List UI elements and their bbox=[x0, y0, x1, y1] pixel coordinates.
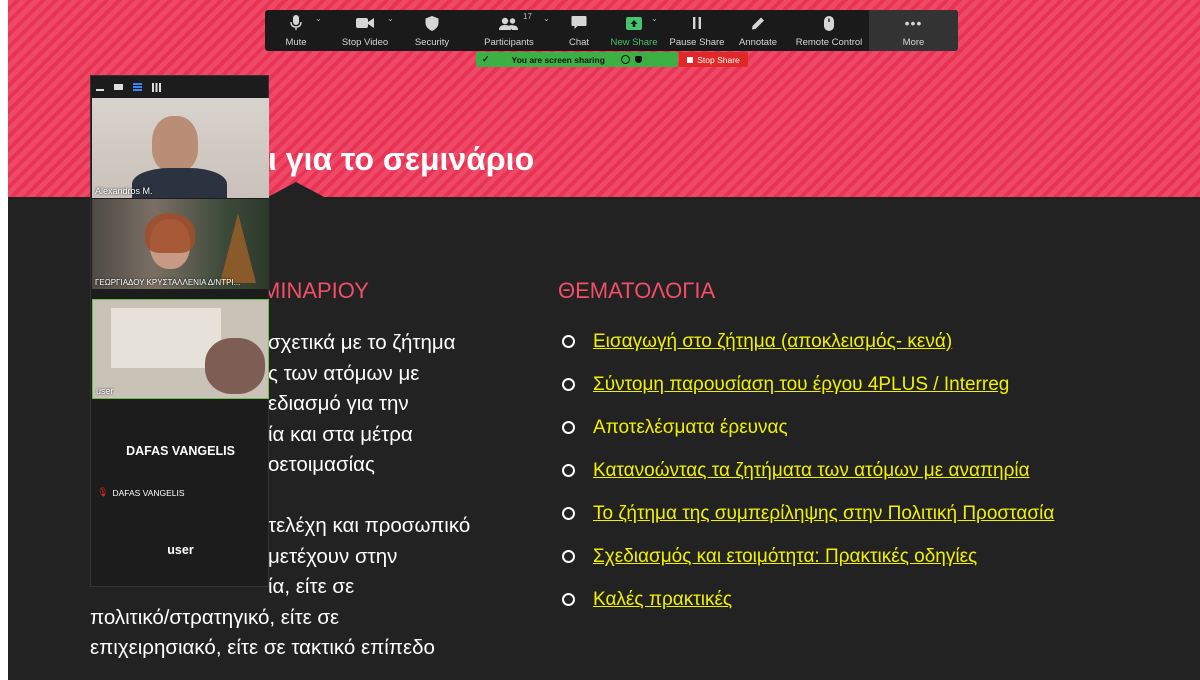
participant-1-video bbox=[152, 116, 198, 172]
stop-square-icon bbox=[687, 56, 694, 63]
strip-view-icon[interactable] bbox=[133, 83, 142, 91]
circle-bullet-icon bbox=[562, 507, 575, 520]
chat-button[interactable]: Chat bbox=[557, 10, 601, 51]
chat-bubble-icon bbox=[571, 15, 587, 31]
video-tile-2[interactable]: ΓΕΩΡΓΙΑΔΟΥ ΚΡΥΣΤΑΛΛΕΝΙΑ Δ/ΝΤΡΙ... bbox=[92, 199, 269, 289]
chevron-down-icon[interactable]: ⌄ bbox=[543, 14, 550, 23]
topic-link[interactable]: Κατανοώντας τα ζητήματα των ατόμων με αν… bbox=[593, 460, 1030, 482]
video-tile-1[interactable]: Alexandros M. bbox=[92, 98, 269, 198]
remote-control-button[interactable]: Remote Control bbox=[789, 10, 869, 51]
annotate-button[interactable]: Annotate bbox=[727, 10, 789, 51]
topic-item[interactable]: Το ζήτημα της συμπερίληψης στην Πολιτική… bbox=[562, 492, 1054, 535]
shield-check-icon bbox=[634, 56, 642, 63]
more-button[interactable]: ••• More bbox=[869, 10, 958, 51]
pencil-icon bbox=[752, 15, 765, 31]
participants-button[interactable]: 17 ⌄ Participants bbox=[461, 10, 557, 51]
slide-title: ι για το σεμινάριο bbox=[268, 141, 535, 177]
video-tile-3[interactable]: user bbox=[92, 299, 269, 399]
topic-item[interactable]: Καλές πρακτικές bbox=[562, 578, 1054, 621]
circle-bullet-icon bbox=[562, 464, 575, 477]
participant-card-name: DAFAS VANGELIS bbox=[126, 444, 235, 458]
header-notch bbox=[266, 182, 326, 198]
topic-item: Αποτελέσματα έρευνας bbox=[562, 406, 1054, 449]
participants-icon bbox=[499, 15, 519, 31]
new-share-button[interactable]: ⌄ New Share bbox=[601, 10, 667, 51]
circle-bullet-icon bbox=[562, 335, 575, 348]
christmas-tree bbox=[220, 213, 256, 283]
meeting-toolbar: ⌄ Mute ⌄ Stop Video Security 17 ⌄ Partic… bbox=[265, 10, 958, 51]
chevron-down-icon[interactable]: ⌄ bbox=[387, 14, 394, 23]
topic-item[interactable]: Εισαγωγή στο ζήτημα (αποκλεισμός- κενά) bbox=[562, 320, 1054, 363]
muted-mic-icon: 🎙 bbox=[97, 487, 109, 497]
pause-icon bbox=[692, 15, 702, 31]
mute-button[interactable]: ⌄ Mute bbox=[265, 10, 327, 51]
circle-bullet-icon bbox=[562, 593, 575, 606]
participant-card-name: user bbox=[167, 543, 194, 557]
participant-2-hair bbox=[145, 213, 195, 253]
topic-link[interactable]: Εισαγωγή στο ζήτημα (αποκλεισμός- κενά) bbox=[593, 331, 952, 353]
chevron-down-icon[interactable]: ⌄ bbox=[315, 14, 322, 23]
participant-3-video bbox=[205, 338, 265, 394]
left-text-line: επιχειρησιακό, είτε σε τακτικό επίπεδο bbox=[90, 636, 435, 659]
single-video-icon[interactable] bbox=[114, 84, 123, 90]
stop-share-button[interactable]: Stop Share bbox=[679, 52, 748, 67]
participant-name: ΓΕΩΡΓΙΑΔΟΥ ΚΡΥΣΤΑΛΛΕΝΙΑ Δ/ΝΤΡΙ... bbox=[95, 278, 241, 287]
chevron-down-icon[interactable]: ⌄ bbox=[651, 14, 658, 23]
grid-view-icon[interactable] bbox=[152, 82, 161, 92]
topic-link[interactable]: Σχεδιασμός και ετοιμότητα: Πρακτικές οδη… bbox=[593, 546, 977, 568]
share-check-icon: ✓ bbox=[482, 54, 490, 64]
circle-bullet-icon bbox=[562, 550, 575, 563]
left-section-heading: ΜΙΝΑΡΙΟΥ bbox=[262, 278, 369, 303]
topic-link[interactable]: Καλές πρακτικές bbox=[593, 589, 732, 611]
topic-link[interactable]: Το ζήτημα της συμπερίληψης στην Πολιτική… bbox=[593, 503, 1054, 525]
participants-count: 17 bbox=[523, 12, 532, 21]
circle-bullet-icon bbox=[562, 421, 575, 434]
video-camera-icon bbox=[356, 15, 374, 31]
share-screen-icon bbox=[626, 15, 642, 31]
participant-label: 🎙 DAFAS VANGELIS bbox=[97, 487, 185, 498]
panel-view-controls bbox=[91, 76, 268, 98]
microphone-icon bbox=[290, 15, 302, 31]
pause-share-button[interactable]: Pause Share bbox=[667, 10, 727, 51]
screen-sharing-text: You are screen sharing bbox=[511, 54, 605, 65]
topic-link[interactable]: Σύντομη παρουσίαση του έργου 4PLUS / Int… bbox=[593, 374, 1009, 396]
topic-text: Αποτελέσματα έρευνας bbox=[593, 416, 788, 438]
clock-icon bbox=[620, 55, 630, 64]
topic-item[interactable]: Κατανοώντας τα ζητήματα των ατόμων με αν… bbox=[562, 449, 1054, 492]
topic-item[interactable]: Σχεδιασμός και ετοιμότητα: Πρακτικές οδη… bbox=[562, 535, 1054, 578]
right-section-heading: ΘΕΜΑΤΟΛΟΓΙΑ bbox=[558, 278, 716, 303]
mouse-icon bbox=[824, 15, 834, 31]
stop-video-button[interactable]: ⌄ Stop Video bbox=[327, 10, 403, 51]
security-button[interactable]: Security bbox=[403, 10, 461, 51]
participant-name: user bbox=[96, 386, 114, 396]
topic-item[interactable]: Σύντομη παρουσίαση του έργου 4PLUS / Int… bbox=[562, 363, 1054, 406]
video-panel: Alexandros M. ΓΕΩΡΓΙΑΔΟΥ ΚΡΥΣΤΑΛΛΕΝΙΑ Δ/… bbox=[90, 75, 269, 587]
left-text-line: πολιτικό/στρατηγικό, είτε σε bbox=[90, 605, 340, 629]
circle-bullet-icon bbox=[562, 378, 575, 391]
screen-sharing-indicator: ✓ You are screen sharing bbox=[476, 52, 678, 67]
ellipsis-icon: ••• bbox=[904, 15, 923, 31]
topics-list: Εισαγωγή στο ζήτημα (αποκλεισμός- κενά) Σ… bbox=[562, 320, 1054, 621]
minimize-icon[interactable] bbox=[96, 89, 104, 91]
shield-icon bbox=[425, 15, 439, 31]
participant-name: Alexandros M. bbox=[95, 186, 153, 196]
